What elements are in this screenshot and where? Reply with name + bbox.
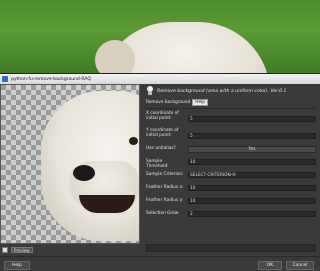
divider — [146, 108, 316, 109]
dialog-footer: Help OK Cancel — [0, 256, 320, 271]
plugin-header: Remove background (area with a uniform c… — [146, 84, 316, 98]
feather-x-label: Feather Radius x: — [146, 185, 184, 190]
feather-y-label: Feather Radius y: — [146, 198, 184, 203]
antialias-toggle[interactable]: Yes — [188, 146, 316, 153]
dog-preview-image — [41, 91, 139, 241]
antialias-row: Use antialias? Yes — [146, 146, 316, 153]
criterion-label: Sample Criterion: — [146, 172, 184, 177]
window-titlebar[interactable]: python-fu-remove-background-RAQ — [0, 74, 320, 84]
threshold-label: Sample Threshold: — [146, 159, 169, 169]
preview-button[interactable]: Preview — [11, 246, 33, 253]
lightbulb-icon — [146, 86, 154, 96]
feather-x-input[interactable]: 10 — [188, 185, 316, 191]
grow-row: Selection Grow: 2 — [146, 211, 316, 217]
plugin-dialog: python-fu-remove-background-RAQ Preview … — [0, 73, 320, 271]
remove-background-label: Remove background — [146, 100, 191, 105]
y-coordinate-label: Y coordinate of initial point: — [146, 128, 179, 138]
criterion-row: Sample Criterion: SELECT-CRITERION-H — [146, 172, 316, 178]
feather-y-row: Feather Radius y: 10 — [146, 198, 316, 204]
feather-x-row: Feather Radius x: 10 — [146, 185, 316, 191]
x-coordinate-input[interactable]: 5 — [188, 116, 316, 122]
preview-toolbar: Preview — [0, 245, 140, 254]
help-inline-button[interactable]: Help — [192, 99, 209, 106]
preview-toggle-icon[interactable] — [2, 246, 8, 253]
dog-mouth — [79, 195, 135, 213]
threshold-row: Sample Threshold: 10 — [146, 159, 316, 169]
antialias-label: Use antialias? — [146, 146, 176, 151]
plugin-heading: Remove background (area with a uniform c… — [157, 88, 287, 94]
ok-button[interactable]: OK — [258, 261, 282, 270]
dog-ear-image — [95, 40, 135, 75]
help-button[interactable]: Help — [4, 261, 30, 270]
preview-panel — [0, 84, 140, 244]
grow-label: Selection Grow: — [146, 211, 180, 216]
dog-nose — [73, 165, 95, 181]
settings-panel: Remove background (area with a uniform c… — [146, 84, 316, 254]
x-coordinate-row: X coordinate of initial point: 5 — [146, 111, 316, 122]
dog-eye — [129, 137, 138, 145]
threshold-input[interactable]: 10 — [188, 159, 316, 165]
x-coordinate-label: X coordinate of initial point: — [146, 111, 179, 121]
feather-y-input[interactable]: 10 — [188, 198, 316, 204]
y-coordinate-row: Y coordinate of initial point: 5 — [146, 128, 316, 139]
app-icon — [2, 76, 8, 82]
progress-bar — [146, 244, 316, 252]
grow-input[interactable]: 2 — [188, 211, 316, 217]
criterion-select[interactable]: SELECT-CRITERION-H — [188, 172, 316, 178]
y-coordinate-input[interactable]: 5 — [188, 133, 316, 139]
window-title: python-fu-remove-background-RAQ — [11, 76, 91, 82]
background-photo — [0, 0, 320, 75]
remove-background-row: Remove background Help — [146, 99, 316, 106]
cancel-button[interactable]: Cancel — [286, 261, 314, 270]
